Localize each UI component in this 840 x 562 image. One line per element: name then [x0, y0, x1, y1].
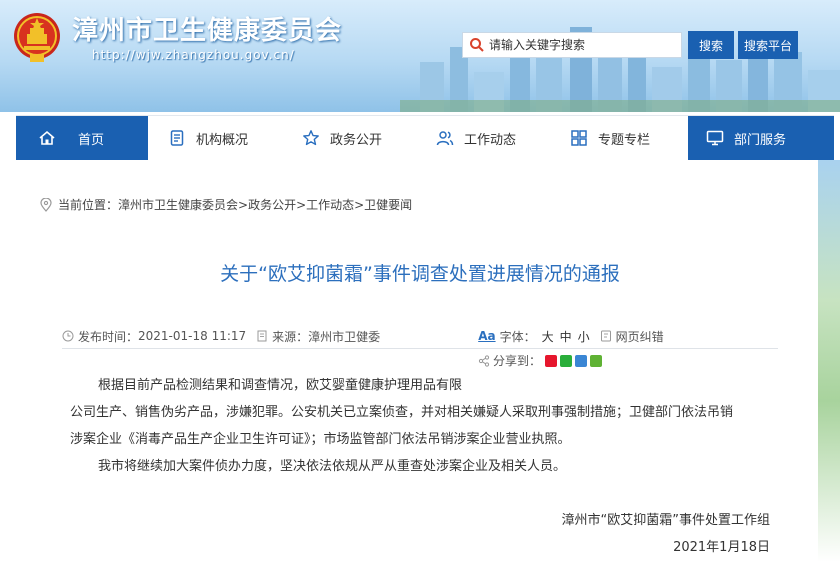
nav-item-service[interactable]: 部门服务	[688, 116, 834, 160]
search-box	[462, 32, 682, 58]
monitor-icon	[706, 130, 724, 146]
nav-item-topic[interactable]: 专题专栏	[550, 116, 688, 160]
article-date: 2021年1月18日	[673, 540, 770, 555]
decorative-side-band	[818, 160, 840, 562]
publish-time-value: 2021-01-18 11:17	[138, 329, 247, 343]
font-size-label: 字体：	[499, 329, 536, 344]
breadcrumb-prefix: 当前位置：	[58, 198, 119, 212]
article-meta: 发布时间： 2021-01-18 11:17 来源： 漳州市卫健委 Aa 字体：…	[62, 325, 778, 347]
site-header: 漳州市卫生健康委员会 http://wjw.zhangzhou.gov.cn/ …	[0, 0, 840, 112]
article-paragraph: 涉案企业《消毒产品生产企业卫生许可证》；市场监管部门依法吊销涉案企业营业执照。	[70, 432, 571, 447]
nav-item-gov[interactable]: 政务公开	[282, 116, 416, 160]
share-label: 分享到：	[493, 354, 542, 368]
meta-divider	[62, 348, 778, 349]
search-platform-button[interactable]: 搜索平台	[738, 31, 798, 59]
nav-org-label: 机构概况	[196, 132, 249, 148]
weibo-icon[interactable]	[545, 354, 558, 367]
qq-icon[interactable]	[575, 354, 588, 367]
breadcrumb-path[interactable]: 漳州市卫生健康委员会>政务公开>工作动态>卫健要闻	[118, 196, 412, 213]
nav-item-org[interactable]: 机构概况	[148, 116, 282, 160]
nav-item-work[interactable]: 工作动态	[416, 116, 550, 160]
feedback-icon	[600, 330, 611, 342]
publish-time-label: 发布时间：	[78, 329, 139, 344]
error-report[interactable]: 网页纠错	[600, 328, 664, 345]
font-size-small[interactable]: 小	[578, 328, 590, 345]
article-paragraph: 公司生产、销售伪劣产品，涉嫌犯罪。公安机关已立案侦查，并对相关嫌疑人采取刑事强制…	[70, 405, 734, 420]
users-icon	[436, 131, 454, 146]
font-size-control: Aa 字体： 大 中 小	[478, 328, 589, 345]
location-pin-icon	[40, 197, 52, 212]
share-icon	[478, 354, 490, 367]
nav-work-label: 工作动态	[464, 132, 517, 148]
grid-icon	[571, 130, 587, 146]
font-size-medium[interactable]: 中	[560, 328, 572, 345]
source-value: 漳州市卫健委	[308, 329, 381, 344]
article-paragraph: 我市将继续加大案件侦办力度，坚决依法依规从严从重查处涉案企业及相关人员。	[98, 459, 567, 474]
nav-item-home[interactable]: 首页	[16, 116, 148, 160]
document-icon	[170, 130, 184, 146]
search-icon	[470, 38, 484, 52]
font-size-large[interactable]: 大	[542, 328, 554, 345]
article-paragraph: 根据目前产品检测结果和调查情况，欧艾婴童健康护理用品有限	[98, 378, 463, 393]
share-bar: 分享到：	[478, 352, 603, 369]
star-icon	[303, 130, 319, 146]
main-nav: 首页 机构概况 政务公开 工作动态 专题专栏 部门服务	[16, 115, 834, 160]
qzone-icon[interactable]	[590, 354, 603, 367]
article-body: 根据目前产品检测结果和调查情况，欧艾婴童健康护理用品有限 公司生产、销售伪劣产品…	[70, 372, 770, 480]
nav-home-label: 首页	[78, 132, 105, 148]
site-title: 漳州市卫生健康委员会	[72, 16, 343, 46]
search-button[interactable]: 搜索	[688, 31, 734, 59]
file-icon	[257, 330, 267, 342]
error-report-label: 网页纠错	[615, 329, 664, 344]
source-label: 来源：	[272, 329, 309, 344]
clock-icon	[62, 330, 74, 342]
nav-gov-label: 政务公开	[330, 132, 383, 148]
font-size-icon: Aa	[478, 329, 496, 343]
site-url: http://wjw.zhangzhou.gov.cn/	[92, 48, 295, 62]
source: 来源： 漳州市卫健委	[256, 328, 380, 345]
home-icon	[39, 130, 55, 145]
breadcrumb: 当前位置： 漳州市卫生健康委员会>政务公开>工作动态>卫健要闻	[40, 196, 412, 213]
nav-topic-label: 专题专栏	[598, 132, 651, 148]
wechat-icon[interactable]	[560, 354, 573, 367]
national-emblem-icon	[14, 13, 60, 62]
article-title: 关于“欧艾抑菌霜”事件调查处置进展情况的通报	[220, 263, 620, 285]
article-signature: 漳州市“欧艾抑菌霜”事件处置工作组	[561, 513, 770, 528]
search-input[interactable]	[489, 38, 669, 52]
nav-service-label: 部门服务	[734, 132, 787, 148]
publish-time: 发布时间： 2021-01-18 11:17	[62, 328, 246, 345]
